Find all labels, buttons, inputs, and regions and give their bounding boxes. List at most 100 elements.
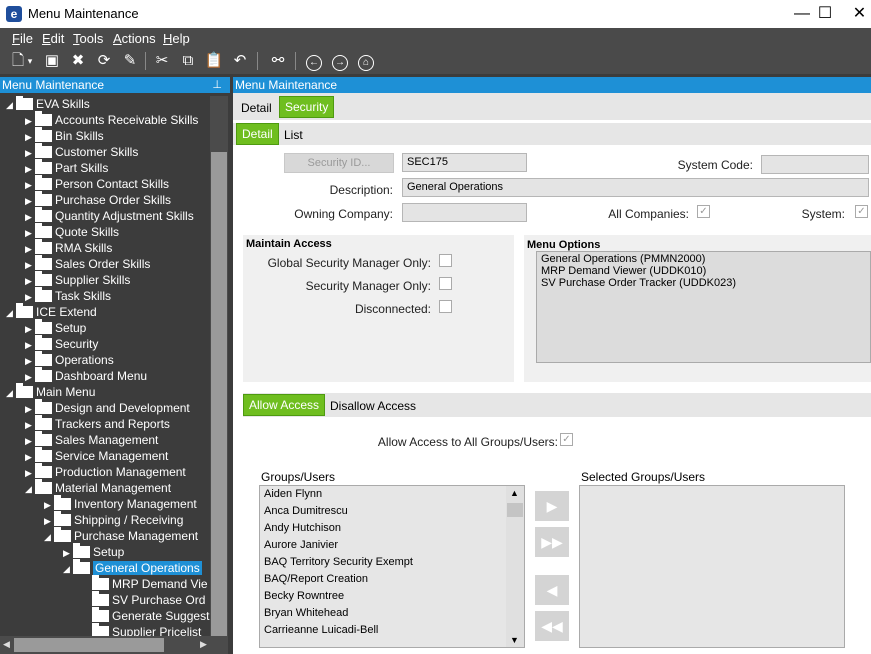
refresh-icon[interactable]: ⟳ — [94, 51, 114, 71]
tree-node[interactable]: ▶ Quote Skills — [25, 223, 119, 241]
expand-arrow-icon[interactable]: ▶ — [25, 401, 35, 417]
tree-hscroll-thumb[interactable] — [14, 638, 164, 652]
list-item[interactable]: BAQ Territory Security Exempt — [260, 554, 524, 571]
expand-arrow-icon[interactable]: ▶ — [25, 369, 35, 385]
tree-node[interactable]: ▶ Customer Skills — [25, 143, 138, 161]
pin-icon[interactable]: ⊥ — [212, 77, 222, 93]
expand-arrow-icon[interactable]: ▶ — [25, 113, 35, 129]
scroll-right-icon[interactable]: ▶ — [200, 639, 207, 650]
home-icon[interactable]: ⌂ — [356, 51, 376, 71]
list-item[interactable]: Anca Dumitrescu — [260, 503, 524, 520]
tree-node[interactable]: ▶ Bin Skills — [25, 127, 104, 145]
expand-arrow-icon[interactable]: ▶ — [25, 449, 35, 465]
tree-node[interactable]: ▶ Supplier Skills — [25, 271, 130, 289]
all-companies-checkbox[interactable]: ✓ — [697, 205, 710, 218]
forward-icon[interactable]: → — [330, 51, 350, 71]
tree-node[interactable]: ▶ Security — [25, 335, 98, 353]
expand-arrow-icon[interactable]: ▶ — [25, 129, 35, 145]
expand-arrow-icon[interactable]: ▶ — [25, 417, 35, 433]
list-item[interactable]: Bryan Whitehead — [260, 605, 524, 622]
list-item[interactable]: Aurore Janivier — [260, 537, 524, 554]
security-manager-checkbox[interactable] — [439, 277, 452, 290]
tree-node[interactable]: SV Purchase Ord — [82, 591, 205, 608]
binoculars-icon[interactable]: ⚯ — [268, 51, 288, 71]
expand-arrow-icon[interactable]: ▶ — [25, 257, 35, 273]
expand-arrow-icon[interactable]: ▶ — [25, 337, 35, 353]
tree-node[interactable]: ▶ Task Skills — [25, 287, 111, 305]
menu-option-item[interactable]: SV Purchase Order Tracker (UDDK023) — [541, 277, 866, 289]
menu-file[interactable]: File — [12, 31, 33, 46]
collapse-arrow-icon[interactable]: ◢ — [6, 385, 16, 401]
menu-actions[interactable]: Actions — [113, 31, 156, 46]
expand-arrow-icon[interactable]: ▶ — [63, 545, 73, 561]
tree-node[interactable]: ▶ Service Management — [25, 447, 168, 465]
list-item[interactable]: Andy Hutchison — [260, 520, 524, 537]
tab-allow-access[interactable]: Allow Access — [243, 394, 326, 416]
tree-node[interactable]: ▶ Design and Development — [25, 399, 190, 417]
scroll-down-icon[interactable]: ▼ — [510, 635, 519, 645]
description-field[interactable]: General Operations — [402, 178, 869, 197]
tree-node[interactable]: ◢ Main Menu — [6, 383, 95, 401]
disconnected-checkbox[interactable] — [439, 300, 452, 313]
expand-arrow-icon[interactable]: ▶ — [25, 289, 35, 305]
expand-arrow-icon[interactable]: ▶ — [25, 177, 35, 193]
expand-arrow-icon[interactable]: ▶ — [44, 497, 54, 513]
groups-users-list[interactable]: Aiden Flynn Anca Dumitrescu Andy Hutchison… — [259, 485, 525, 648]
undo-icon[interactable]: ↶ — [230, 51, 250, 71]
menu-option-item[interactable]: MRP Demand Viewer (UDDK010) — [541, 265, 866, 277]
tree-horizontal-scrollbar[interactable]: ◀ ▶ — [0, 636, 228, 654]
tree-node[interactable]: ▶ Production Management — [25, 463, 186, 481]
expand-arrow-icon[interactable]: ▶ — [25, 145, 35, 161]
tree-node[interactable]: ▶ Dashboard Menu — [25, 367, 147, 385]
clear-icon[interactable]: ✎ — [120, 51, 140, 71]
tree-node[interactable]: ▶ RMA Skills — [25, 239, 112, 257]
tree-node[interactable]: ◢ Material Management — [25, 479, 171, 497]
expand-arrow-icon[interactable]: ▶ — [25, 321, 35, 337]
scroll-up-icon[interactable]: ▲ — [510, 488, 519, 498]
list-item[interactable]: Becky Rowntree — [260, 588, 524, 605]
tree-node[interactable]: ▶ Accounts Receivable Skills — [25, 111, 198, 129]
owning-company-field[interactable] — [402, 203, 527, 222]
security-id-button[interactable]: Security ID... — [284, 153, 394, 173]
close-button[interactable]: ✕ — [848, 0, 871, 28]
tree-node[interactable]: ▶ Person Contact Skills — [25, 175, 169, 193]
selected-groups-list[interactable] — [579, 485, 845, 648]
tree-node[interactable]: ▶ Operations — [25, 351, 114, 368]
save-icon[interactable]: ▣ — [42, 51, 62, 71]
tree-node[interactable]: ▶ Inventory Management — [44, 495, 197, 513]
menu-tools[interactable]: Tools — [73, 31, 103, 46]
tab-detail[interactable]: Detail — [236, 98, 277, 118]
collapse-arrow-icon[interactable]: ◢ — [25, 481, 35, 497]
expand-arrow-icon[interactable]: ▶ — [25, 225, 35, 241]
tree-node[interactable]: ◢ EVA Skills — [6, 96, 90, 112]
tree-node[interactable]: ▶ Setup — [63, 543, 124, 561]
new-dropdown-icon[interactable]: ▾ — [24, 51, 36, 71]
menu-options-list[interactable]: General Operations (PMMN2000) MRP Demand… — [536, 251, 871, 363]
scroll-left-icon[interactable]: ◀ — [3, 639, 10, 650]
cut-icon[interactable]: ✂ — [152, 51, 172, 71]
tree-node[interactable]: ▶ Quantity Adjustment Skills — [25, 207, 194, 224]
menu-edit[interactable]: Edit — [42, 31, 64, 46]
tree-node[interactable]: ▶ Purchase Order Skills — [25, 191, 171, 208]
collapse-arrow-icon[interactable]: ◢ — [6, 305, 16, 321]
tree-node[interactable]: ▶ Sales Management — [25, 431, 158, 448]
expand-arrow-icon[interactable]: ▶ — [25, 241, 35, 257]
list-item[interactable]: BAQ/Report Creation — [260, 571, 524, 588]
tab-disallow-access[interactable]: Disallow Access — [325, 396, 421, 416]
add-selected-icon[interactable]: ▶ — [535, 491, 569, 521]
tree-node[interactable]: ▶ Sales Order Skills — [25, 255, 150, 273]
delete-icon[interactable]: ✖ — [68, 51, 88, 71]
expand-arrow-icon[interactable]: ▶ — [44, 513, 54, 529]
expand-arrow-icon[interactable]: ▶ — [25, 273, 35, 289]
tab-sub-detail[interactable]: Detail — [236, 123, 279, 145]
expand-arrow-icon[interactable]: ▶ — [25, 465, 35, 481]
tree-node[interactable]: ▶ Part Skills — [25, 159, 108, 177]
system-checkbox[interactable]: ✓ — [855, 205, 868, 218]
groups-list-scrollbar[interactable]: ▲ ▼ — [506, 486, 524, 647]
tree-node[interactable]: ▶ Setup — [25, 319, 86, 337]
tree-node[interactable]: ◢ ICE Extend — [6, 303, 97, 321]
menu-option-item[interactable]: General Operations (PMMN2000) — [541, 253, 866, 265]
allow-all-checkbox[interactable]: ✓ — [560, 433, 573, 446]
expand-arrow-icon[interactable]: ▶ — [25, 161, 35, 177]
paste-icon[interactable]: 📋 — [204, 51, 224, 71]
